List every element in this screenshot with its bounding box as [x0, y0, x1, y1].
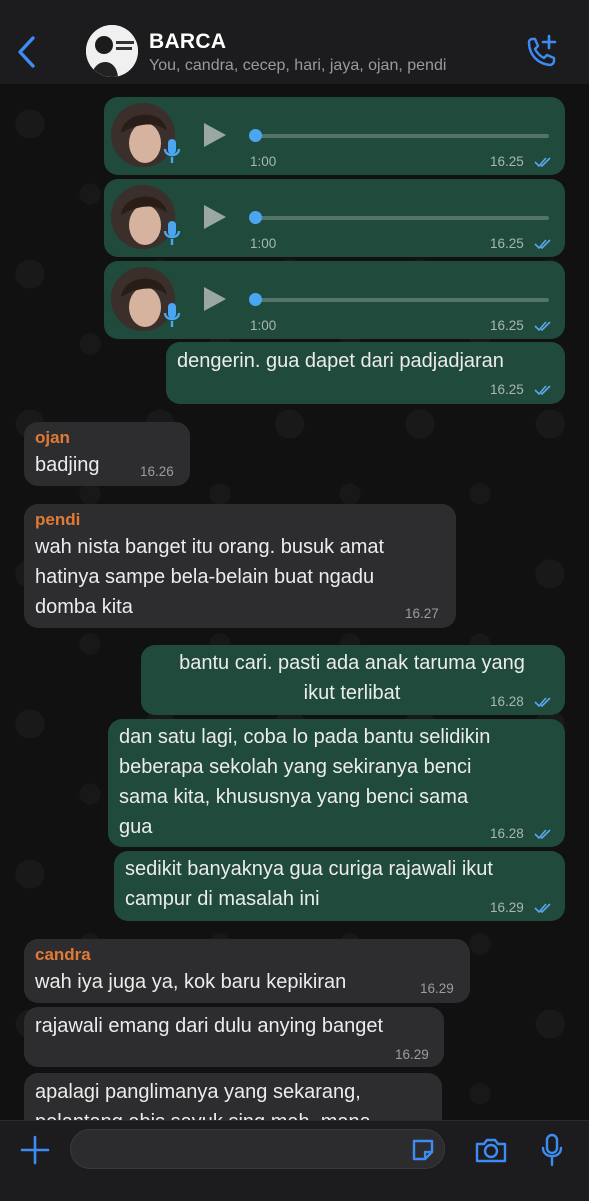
voice-progress-track[interactable] [254, 216, 549, 220]
read-ticks-icon [534, 903, 551, 914]
microphone-icon [163, 139, 181, 163]
voice-progress-thumb[interactable] [249, 129, 262, 142]
message-time: 16.29 [490, 900, 524, 915]
message-time: 16.25 [490, 318, 524, 333]
voice-progress-track[interactable] [254, 298, 549, 302]
message-text: rajawali emang dari dulu anying banget [35, 1015, 384, 1037]
camera-icon[interactable] [474, 1136, 508, 1164]
message-time: 16.25 [490, 382, 524, 397]
message-time: 16.26 [140, 464, 174, 479]
message-time: 16.29 [395, 1047, 429, 1062]
read-ticks-icon [534, 321, 551, 332]
sticker-icon[interactable] [410, 1137, 436, 1163]
message-text: apalagi panglimanya yang sekarang, pelan… [35, 1081, 371, 1120]
incoming-message[interactable]: pendi wah nista banget itu orang. busuk … [24, 504, 456, 628]
incoming-message[interactable]: rajawali emang dari dulu anying banget 1… [24, 1007, 444, 1067]
sender-name[interactable]: pendi [35, 510, 80, 530]
read-ticks-icon [534, 385, 551, 396]
voice-progress-track[interactable] [254, 134, 549, 138]
play-icon[interactable] [202, 203, 228, 231]
voice-duration: 1:00 [250, 236, 277, 251]
message-text: sedikit banyaknya gua curiga rajawali ik… [125, 858, 493, 910]
message-time: 16.28 [490, 694, 524, 709]
message-input[interactable] [70, 1129, 445, 1169]
sender-name[interactable]: candra [35, 945, 91, 965]
group-members[interactable]: You, candra, cecep, hari, jaya, ojan, pe… [149, 57, 446, 75]
group-title[interactable]: BARCA [149, 30, 226, 54]
composer-bar [0, 1120, 589, 1201]
message-text: dengerin. gua dapet dari padjadjaran [177, 350, 504, 372]
message-text: dan satu lagi, coba lo pada bantu selidi… [119, 726, 491, 838]
outgoing-message[interactable]: bantu cari. pasti ada anak taruma yang i… [141, 645, 565, 715]
message-text: badjing [35, 454, 100, 476]
message-time: 16.28 [490, 826, 524, 841]
voice-message[interactable]: 1:00 16.25 [104, 97, 565, 175]
incoming-message[interactable]: ojan badjing 16.26 [24, 422, 190, 486]
sender-name[interactable]: ojan [35, 428, 70, 448]
read-ticks-icon [534, 239, 551, 250]
voice-duration: 1:00 [250, 318, 277, 333]
incoming-message[interactable]: apalagi panglimanya yang sekarang, pelan… [24, 1073, 442, 1120]
outgoing-message[interactable]: sedikit banyaknya gua curiga rajawali ik… [114, 851, 565, 921]
plus-icon[interactable] [20, 1135, 50, 1165]
voice-message[interactable]: 1:00 16.25 [104, 261, 565, 339]
read-ticks-icon [534, 697, 551, 708]
play-icon[interactable] [202, 285, 228, 313]
voice-progress-thumb[interactable] [249, 293, 262, 306]
message-time: 16.27 [405, 606, 439, 621]
chevron-left-icon[interactable] [14, 34, 42, 70]
message-time: 16.25 [490, 236, 524, 251]
incoming-message[interactable]: candra wah iya juga ya, kok baru kepikir… [24, 939, 470, 1003]
outgoing-message[interactable]: dan satu lagi, coba lo pada bantu selidi… [108, 719, 565, 847]
message-time: 16.25 [490, 154, 524, 169]
read-ticks-icon [534, 829, 551, 840]
voice-progress-thumb[interactable] [249, 211, 262, 224]
chat-header: BARCA You, candra, cecep, hari, jaya, oj… [0, 0, 589, 85]
microphone-icon [163, 303, 181, 327]
message-text: wah iya juga ya, kok baru kepikiran [35, 971, 347, 993]
voice-duration: 1:00 [250, 154, 277, 169]
group-avatar[interactable] [86, 25, 138, 77]
message-time: 16.29 [420, 981, 454, 996]
outgoing-message[interactable]: dengerin. gua dapet dari padjadjaran 16.… [166, 342, 565, 404]
chat-area[interactable]: 1:00 16.25 1:00 16.25 1:00 16.25 dengeri… [0, 84, 589, 1120]
microphone-icon [163, 221, 181, 245]
add-call-icon[interactable] [522, 34, 558, 70]
read-ticks-icon [534, 157, 551, 168]
voice-message[interactable]: 1:00 16.25 [104, 179, 565, 257]
play-icon[interactable] [202, 121, 228, 149]
microphone-icon[interactable] [540, 1133, 564, 1167]
message-text: wah nista banget itu orang. busuk amat h… [35, 536, 385, 618]
